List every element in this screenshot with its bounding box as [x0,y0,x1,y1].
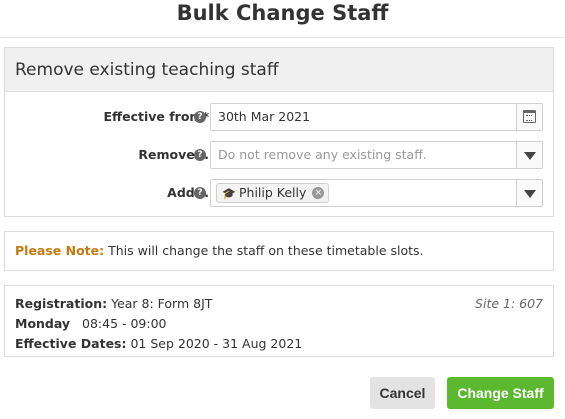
registration-line: Registration: Year 8: Form 8JT [15,294,543,314]
effective-dates-line: Effective Dates: 01 Sep 2020 - 31 Aug 20… [15,334,543,354]
time-value: 08:45 - 09:00 [82,316,167,331]
change-staff-button[interactable]: Change Staff [447,377,554,409]
effective-from-row: Effective from* ? 30th Mar 2021 [5,103,553,131]
note-label: Please Note: [15,243,105,258]
dialog-title: Bulk Change Staff [176,1,389,25]
remove-placeholder: Do not remove any existing staff. [218,147,427,162]
cancel-button[interactable]: Cancel [370,377,435,409]
day-time-line: Monday 08:45 - 09:00 [15,314,543,334]
calendar-icon [523,110,536,123]
registration-value: Year 8: Form 8JT [111,296,213,311]
close-circle-icon[interactable]: × [312,187,325,199]
title-divider [0,37,565,38]
effective-dates-label: Effective Dates: [15,336,127,351]
effective-from-value: 30th Mar 2021 [218,109,311,124]
effective-dates-value: 01 Sep 2020 - 31 Aug 2021 [130,336,303,351]
staff-tag-label: Philip Kelly [239,185,307,200]
chevron-down-icon [524,190,536,198]
effective-from-field[interactable]: 30th Mar 2021 [210,103,543,131]
remove-row: Remove... ? Do not remove any existing s… [5,141,553,169]
note-text: This will change the staff on these time… [108,243,424,258]
remove-select[interactable]: Do not remove any existing staff. [210,141,543,169]
registration-label: Registration: [15,296,108,311]
note-box: Please Note: This will change the staff … [4,231,554,271]
help-icon[interactable]: ? [194,149,206,161]
remove-staff-panel: Remove existing teaching staff Effective… [4,47,554,217]
add-row: Add... ? 🎓 Philip Kelly × [5,179,553,207]
day-label: Monday [15,316,71,331]
calendar-button[interactable] [516,104,542,130]
help-icon[interactable]: ? [194,187,206,199]
graduation-cap-icon: 🎓 [222,187,236,200]
staff-tag: 🎓 Philip Kelly × [216,183,330,203]
site-label: Site 1: 607 [475,296,543,311]
chevron-down-icon [524,152,536,160]
remove-dropdown-button[interactable] [516,142,542,168]
panel-header: Remove existing teaching staff [5,48,553,92]
help-icon[interactable]: ? [194,111,206,123]
add-dropdown-button[interactable] [516,180,542,206]
timetable-slot-box: Registration: Year 8: Form 8JT Site 1: 6… [4,285,554,357]
bulk-change-staff-dialog: Bulk Change Staff Remove existing teachi… [0,0,565,419]
add-select[interactable]: 🎓 Philip Kelly × [210,179,543,207]
